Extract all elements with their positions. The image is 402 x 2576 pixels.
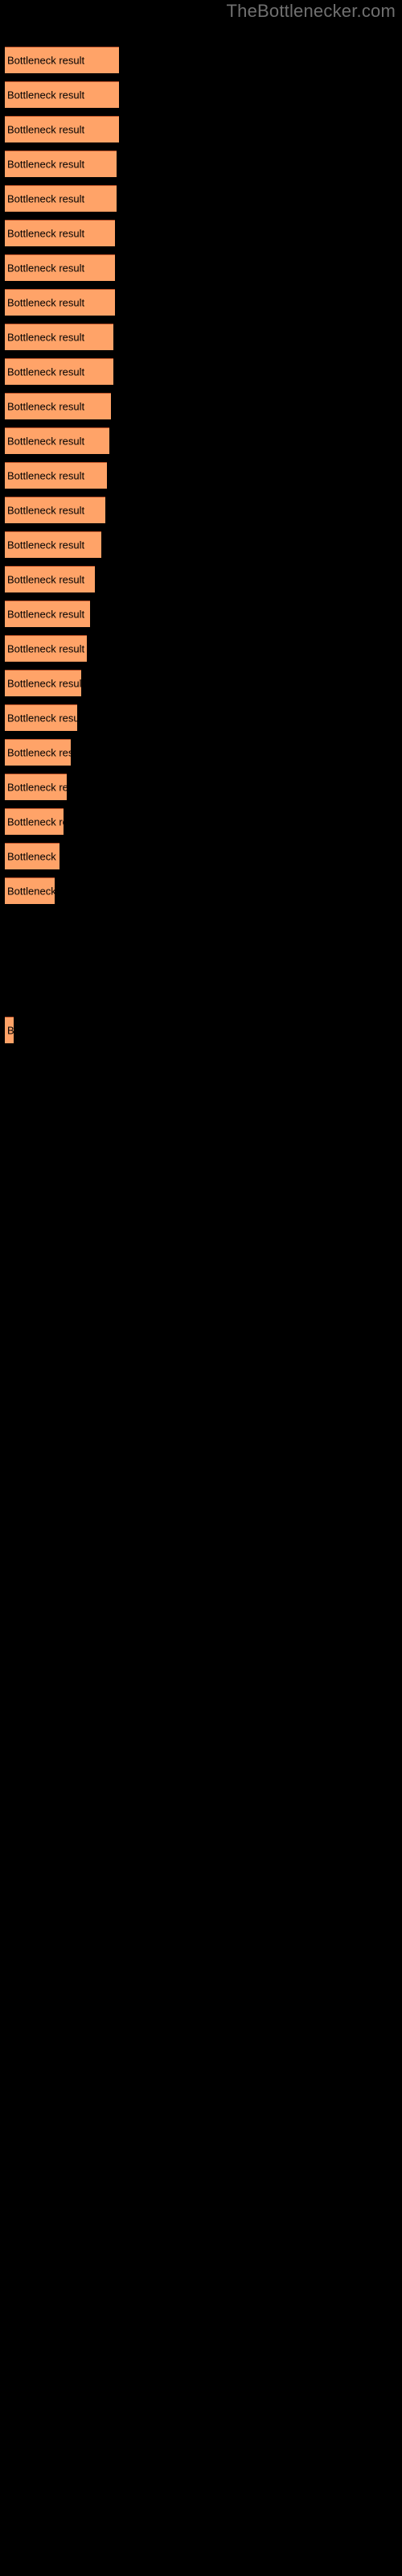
bar-label: Bottleneck result: [7, 781, 67, 794]
bar-row: Bottleneck result: [0, 808, 402, 836]
bar-label: Bottleneck result: [7, 123, 85, 136]
bar-20[interactable]: Bottleneck result: [5, 704, 77, 731]
bar-label: Bottleneck result: [7, 712, 77, 724]
bar-17[interactable]: Bottleneck result: [5, 601, 90, 627]
bar-row: Bottleneck result: [0, 739, 402, 766]
bar-label: Bottleneck result: [7, 539, 85, 551]
bar-12[interactable]: Bottleneck result: [5, 427, 109, 454]
bar-label: Bottleneck result: [7, 331, 85, 344]
bar-row: Bottleneck result: [0, 877, 402, 905]
bar-label: Bottleneck result: [7, 885, 55, 898]
bar-row: Bottleneck result: [0, 324, 402, 351]
bar-row: Bottleneck result: [0, 566, 402, 593]
bar-row: Bottleneck result: [0, 531, 402, 559]
bar-row: Bottleneck result: [0, 704, 402, 732]
bar-13[interactable]: Bottleneck result: [5, 462, 107, 489]
bar-label: Bottleneck result: [7, 677, 81, 690]
bar-label: Bottleneck result: [7, 504, 85, 517]
bar-19[interactable]: Bottleneck result: [5, 670, 81, 696]
bar-label: Bottleneck result: [7, 573, 85, 586]
bar-label: Bottleneck result: [7, 642, 85, 655]
bar-21[interactable]: Bottleneck result: [5, 739, 71, 766]
bar-8[interactable]: Bottleneck result: [5, 289, 115, 316]
bar-label: Bottleneck result: [7, 158, 85, 171]
bar-row: Bottleneck result: [0, 1017, 402, 1044]
bar-label: Bottleneck result: [7, 192, 85, 205]
bar-14[interactable]: Bottleneck result: [5, 497, 105, 523]
bar-9[interactable]: Bottleneck result: [5, 324, 113, 350]
bar-row: Bottleneck result: [0, 601, 402, 628]
bar-label: Bottleneck result: [7, 400, 85, 413]
bar-label: Bottleneck result: [7, 469, 85, 482]
bar-row: Bottleneck result: [0, 427, 402, 455]
bar-4[interactable]: Bottleneck result: [5, 151, 117, 177]
bar-label: Bottleneck result: [7, 262, 85, 275]
bar-label: Bottleneck result: [7, 227, 85, 240]
bar-row: Bottleneck result: [0, 635, 402, 663]
bar-label: Bottleneck result: [7, 435, 85, 448]
bar-row: Bottleneck result: [0, 462, 402, 489]
bar-label: Bottleneck result: [7, 746, 71, 759]
bar-row: Bottleneck result: [0, 497, 402, 524]
bar-row: Bottleneck result: [0, 81, 402, 109]
bar-label: Bottleneck result: [7, 296, 85, 309]
bar-23[interactable]: Bottleneck result: [5, 808, 64, 835]
bar-25[interactable]: Bottleneck result: [5, 877, 55, 904]
bar-22[interactable]: Bottleneck result: [5, 774, 67, 800]
bar-chart-bars: Bottleneck result Bottleneck result Bottle…: [0, 0, 402, 2576]
bottleneck-chart-page: TheBottlenecker.com Bottleneck result Bot…: [0, 0, 402, 2576]
bar-26[interactable]: Bottleneck result: [5, 1017, 14, 1043]
bar-18[interactable]: Bottleneck result: [5, 635, 87, 662]
bar-row: Bottleneck result: [0, 185, 402, 213]
bar-1[interactable]: Bottleneck result: [5, 47, 119, 73]
bar-label: Bottleneck result: [7, 1024, 14, 1037]
bar-label: Bottleneck result: [7, 54, 85, 67]
bar-7[interactable]: Bottleneck result: [5, 254, 115, 281]
bar-10[interactable]: Bottleneck result: [5, 358, 113, 385]
bar-6[interactable]: Bottleneck result: [5, 220, 115, 246]
bar-16[interactable]: Bottleneck result: [5, 566, 95, 592]
bar-label: Bottleneck result: [7, 850, 59, 863]
bar-label: Bottleneck result: [7, 365, 85, 378]
bar-row: Bottleneck result: [0, 289, 402, 316]
bar-11[interactable]: Bottleneck result: [5, 393, 111, 419]
bar-label: Bottleneck result: [7, 815, 64, 828]
bar-row: Bottleneck result: [0, 393, 402, 420]
bar-24[interactable]: Bottleneck result: [5, 843, 59, 869]
bar-row: Bottleneck result: [0, 220, 402, 247]
bar-label: Bottleneck result: [7, 89, 85, 101]
bar-row: Bottleneck result: [0, 151, 402, 178]
bar-3[interactable]: Bottleneck result: [5, 116, 119, 142]
bar-row: Bottleneck result: [0, 116, 402, 143]
bar-row: Bottleneck result: [0, 774, 402, 801]
bar-row: Bottleneck result: [0, 254, 402, 282]
bar-5[interactable]: Bottleneck result: [5, 185, 117, 212]
bar-row: Bottleneck result: [0, 670, 402, 697]
bar-2[interactable]: Bottleneck result: [5, 81, 119, 108]
bar-row: Bottleneck result: [0, 843, 402, 870]
bar-label: Bottleneck result: [7, 608, 85, 621]
bar-row: Bottleneck result: [0, 47, 402, 74]
bar-15[interactable]: Bottleneck result: [5, 531, 101, 558]
bar-row: Bottleneck result: [0, 358, 402, 386]
